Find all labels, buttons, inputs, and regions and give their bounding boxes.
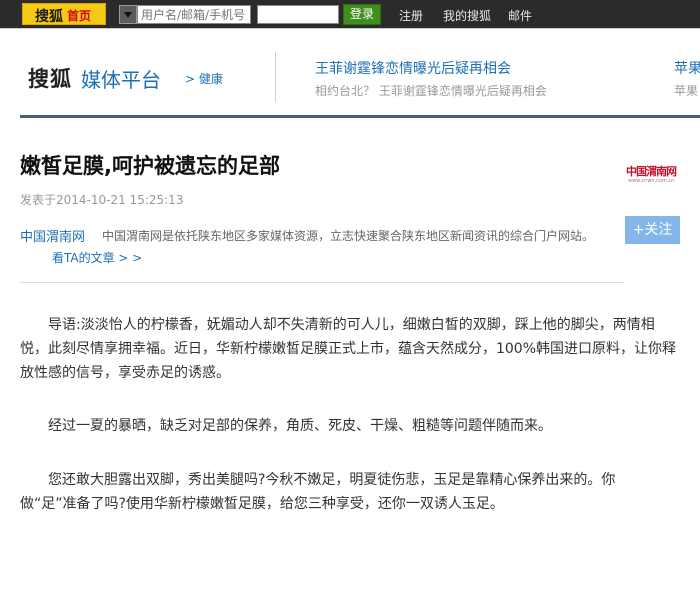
media-platform-logo[interactable]: 搜狐 bbox=[28, 63, 72, 93]
media-platform-title[interactable]: 媒体平台 bbox=[81, 64, 161, 93]
article-paragraph-1: 导语:淡淡怡人的柠檬香，妩媚动人却不失清新的可人儿，细嫩白皙的双脚，踩上他的脚尖… bbox=[20, 313, 680, 385]
mail-link[interactable]: 邮件 bbox=[508, 7, 532, 24]
source-logo-url: www.cnwn.com.cn bbox=[628, 178, 675, 184]
username-input[interactable] bbox=[137, 5, 251, 24]
sohu-home-button[interactable]: 搜狐 首页 bbox=[22, 3, 106, 25]
more-articles-link[interactable]: 看TA的文章 > > bbox=[52, 249, 142, 266]
publish-time: 发表于2014-10-21 15:25:13 bbox=[20, 193, 184, 207]
paragraph-line: 经过一夏的暴晒，缺乏对足部的保养，角质、死皮、干燥、粗糙等问题伴随而来。 bbox=[48, 418, 552, 434]
home-link[interactable]: 首页 bbox=[67, 7, 91, 24]
paragraph-line: 悦，此刻尽情享拥幸福。近日，华新柠檬嫩皙足膜正式上市，蕴含天然成分，100%韩国… bbox=[20, 341, 677, 357]
header-vertical-divider bbox=[275, 52, 276, 102]
paragraph-line: 放性感的信号，享受赤足的诱惑。 bbox=[20, 365, 230, 381]
password-input[interactable] bbox=[257, 5, 339, 24]
source-logo: 中国渭南网 bbox=[626, 165, 677, 178]
source-description: 中国渭南网是依托陕东地区多家媒体资源，立志快速聚合陕东地区新闻资讯的综合门户网站… bbox=[102, 229, 595, 243]
article-paragraph-2: 经过一夏的暴晒，缺乏对足部的保养，角质、死皮、干燥、粗糙等问题伴随而来。 bbox=[20, 414, 680, 438]
headline-link[interactable]: 王菲谢霆锋恋情曝光后疑再相会 bbox=[315, 58, 511, 78]
headline-link-2[interactable]: 苹果 bbox=[674, 58, 700, 78]
chevron-down-icon bbox=[124, 12, 132, 18]
follow-button[interactable]: +关注 bbox=[625, 216, 680, 244]
article-separator bbox=[20, 282, 624, 283]
paragraph-line: 导语:淡淡怡人的柠檬香，妩媚动人却不失清新的可人儿，细嫩白皙的双脚，踩上他的脚尖… bbox=[48, 317, 655, 333]
channel-link[interactable]: > 健康 bbox=[185, 70, 223, 87]
source-name-link[interactable]: 中国渭南网 bbox=[20, 226, 85, 245]
headline-summary[interactable]: 相约台北？ 王菲谢霆锋恋情曝光后疑再相会 bbox=[315, 82, 547, 99]
my-sohu-link[interactable]: 我的搜狐 bbox=[443, 7, 491, 24]
top-bar: 搜狐 首页 登录 注册 我的搜狐 邮件 bbox=[0, 0, 700, 29]
paragraph-line: 做“足”准备了吗?使用华新柠檬嫩皙足膜，给您三种享受，还你一双诱人玉足。 bbox=[20, 496, 504, 512]
header-rule bbox=[20, 115, 700, 118]
sohu-logo: 搜狐 bbox=[35, 9, 63, 25]
article-paragraph-3: 您还敢大胆露出双脚，秀出美腿吗?今秋不嫩足，明夏徒伤悲，玉足是靠精心保养出来的。… bbox=[20, 468, 680, 516]
paragraph-line: 您还敢大胆露出双脚，秀出美腿吗?今秋不嫩足，明夏徒伤悲，玉足是靠精心保养出来的。… bbox=[48, 472, 616, 488]
headline-summary-2[interactable]: 苹果 bbox=[674, 82, 698, 99]
register-link[interactable]: 注册 bbox=[399, 7, 423, 24]
article-title: 嫩皙足膜,呵护被遗忘的足部 bbox=[20, 154, 280, 178]
header-divider bbox=[0, 28, 700, 29]
login-button[interactable]: 登录 bbox=[343, 4, 381, 25]
account-type-dropdown[interactable] bbox=[119, 5, 137, 24]
